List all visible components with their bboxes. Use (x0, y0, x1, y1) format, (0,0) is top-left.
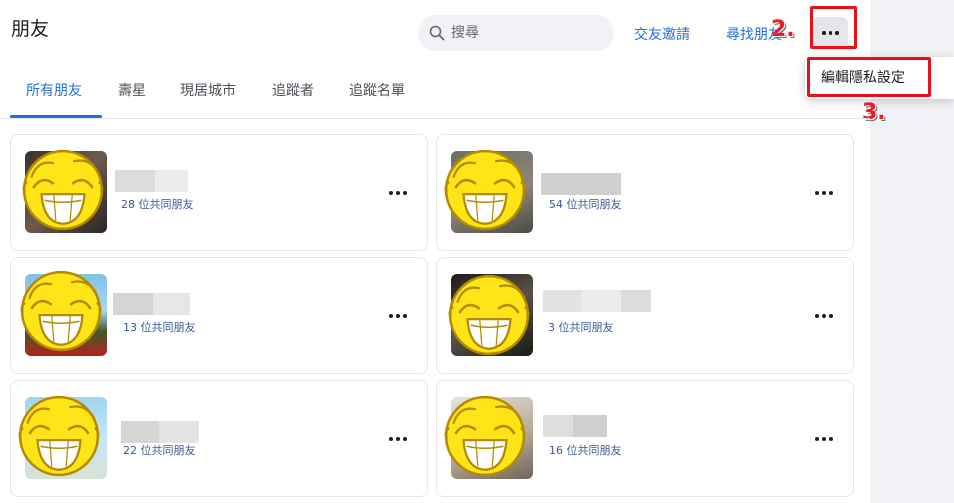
tab-current-city[interactable]: 現居城市 (180, 80, 236, 100)
friend-name-redacted (113, 293, 190, 315)
more-icon (389, 191, 407, 195)
smiley-icon (18, 395, 100, 477)
mutual-friends-count[interactable]: 28 位共同朋友 (121, 196, 194, 212)
more-options-button[interactable] (813, 17, 848, 49)
mutual-friends-count[interactable]: 3 位共同朋友 (548, 319, 614, 335)
friend-card[interactable]: 22 位共同朋友 (10, 380, 428, 497)
friend-card[interactable]: 28 位共同朋友 (10, 134, 428, 251)
friend-name-redacted (115, 170, 188, 192)
edit-privacy-menu-item[interactable]: 編輯隱私設定 (821, 67, 905, 87)
friend-more-button[interactable] (387, 183, 409, 203)
friend-name-redacted (121, 421, 199, 443)
tab-birthdays[interactable]: 壽星 (118, 80, 146, 100)
friend-card[interactable]: 16 位共同朋友 (436, 380, 854, 497)
smiley-icon (20, 270, 102, 352)
mutual-friends-count[interactable]: 16 位共同朋友 (549, 442, 622, 458)
tabs-divider (0, 118, 870, 119)
more-icon (815, 314, 833, 318)
more-icon (815, 437, 833, 441)
step-2-annotation: 2. (771, 17, 795, 42)
search-icon (429, 25, 445, 41)
page-title: 朋友 (11, 18, 50, 40)
tab-followers[interactable]: 追蹤者 (272, 80, 314, 100)
friend-more-button[interactable] (813, 183, 835, 203)
tab-all-friends[interactable]: 所有朋友 (26, 80, 82, 100)
smiley-icon (448, 274, 530, 356)
friend-name-redacted (543, 290, 651, 312)
more-icon (822, 31, 839, 35)
step-3-annotation: 3. (862, 100, 886, 125)
smiley-icon (444, 149, 526, 231)
tab-following[interactable]: 追蹤名單 (349, 80, 405, 100)
smiley-icon (444, 395, 526, 477)
friend-more-button[interactable] (387, 429, 409, 449)
more-icon (815, 191, 833, 195)
friend-more-button[interactable] (813, 306, 835, 326)
friend-name-redacted (541, 173, 621, 195)
mutual-friends-count[interactable]: 13 位共同朋友 (123, 319, 196, 335)
friend-more-button[interactable] (813, 429, 835, 449)
friend-name-redacted (543, 415, 607, 437)
mutual-friends-count[interactable]: 54 位共同朋友 (549, 196, 622, 212)
friend-card[interactable]: 54 位共同朋友 (436, 134, 854, 251)
more-icon (389, 437, 407, 441)
search-box[interactable] (418, 15, 614, 51)
friend-requests-link[interactable]: 交友邀請 (634, 24, 690, 44)
dropdown-menu: 編輯隱私設定 (805, 57, 954, 99)
friend-card[interactable]: 13 位共同朋友 (10, 257, 428, 374)
smiley-icon (22, 149, 104, 231)
more-icon (389, 314, 407, 318)
friend-card[interactable]: 3 位共同朋友 (436, 257, 854, 374)
search-input[interactable] (451, 25, 601, 41)
mutual-friends-count[interactable]: 22 位共同朋友 (123, 442, 196, 458)
friend-more-button[interactable] (387, 306, 409, 326)
